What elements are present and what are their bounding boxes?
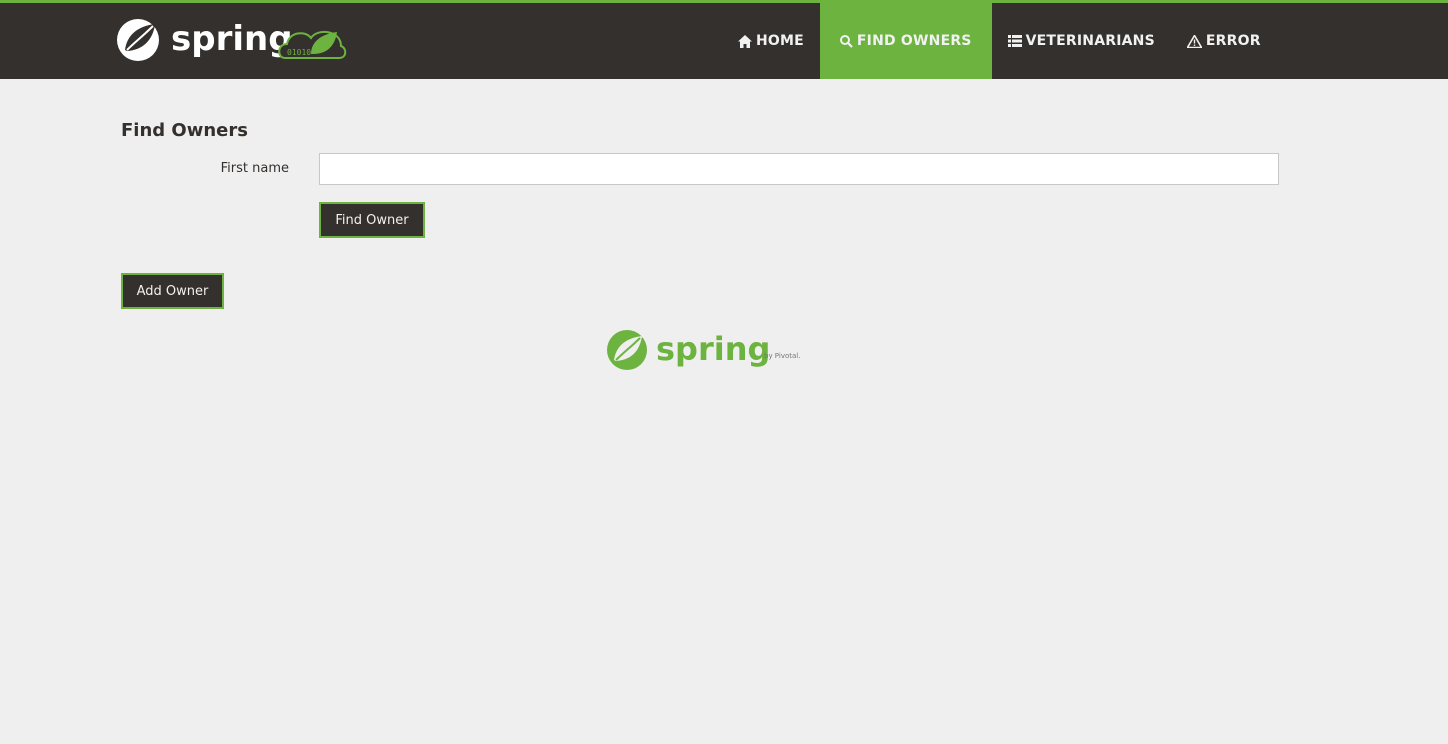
nav-error-label: ERROR xyxy=(1205,33,1261,49)
add-owner-button[interactable]: Add Owner xyxy=(121,273,224,309)
brand-badge-text: 01010 xyxy=(287,48,311,57)
nav-veterinarians[interactable]: VETERINARIANS xyxy=(992,3,1171,79)
first-name-label: First name xyxy=(220,161,289,176)
nav-home[interactable]: HOME xyxy=(722,3,820,79)
nav-veterinarians-label: VETERINARIANS xyxy=(1025,33,1155,49)
footer-byline: by Pivotal. xyxy=(764,352,800,360)
search-icon xyxy=(839,34,853,48)
first-name-input[interactable] xyxy=(319,153,1279,185)
main-nav: HOME FIND OWNERS VETERINARIANS ERROR xyxy=(722,3,1277,79)
brand-text: spring xyxy=(171,19,293,59)
nav-error[interactable]: ERROR xyxy=(1171,3,1277,79)
top-navbar: spring 01010 HOME FIND OWNERS VETERINARI… xyxy=(0,3,1448,79)
page-title: Find Owners xyxy=(121,120,248,141)
spring-pivotal-logo-icon: spring by Pivotal. xyxy=(607,330,800,370)
find-owner-button[interactable]: Find Owner xyxy=(319,202,425,238)
nav-home-label: HOME xyxy=(756,33,804,49)
warning-icon xyxy=(1186,34,1202,48)
spring-leaf-icon: spring 01010 xyxy=(117,19,347,61)
home-icon xyxy=(738,34,752,48)
nav-find-owners-label: FIND OWNERS xyxy=(856,33,972,49)
spring-brand-logo[interactable]: spring 01010 xyxy=(115,14,350,62)
nav-find-owners[interactable]: FIND OWNERS xyxy=(819,3,992,79)
footer-spring-logo: spring by Pivotal. xyxy=(606,328,806,372)
footer-logo-text: spring xyxy=(656,330,770,368)
list-icon xyxy=(1007,35,1022,47)
